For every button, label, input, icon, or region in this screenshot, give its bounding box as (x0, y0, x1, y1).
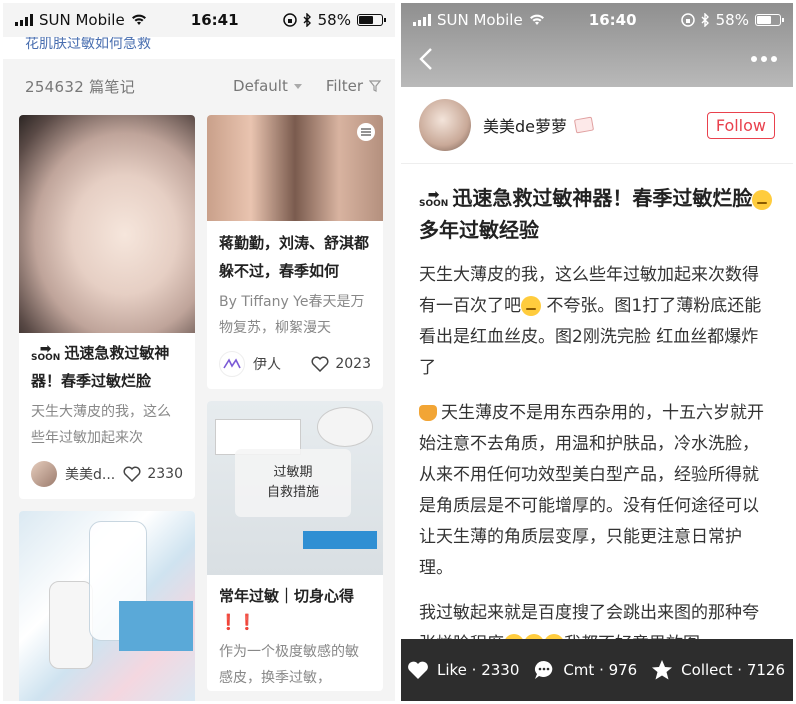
menu-icon[interactable] (357, 123, 375, 141)
screenshot-composite: SUN Mobile 16:41 58% 花肌肤过敏如何急救 254632 篇笔… (0, 0, 796, 704)
note-header: SUN Mobile 16:40 58% (401, 3, 793, 87)
note-title: ➡ SOON 迅速急救过敏神器！春季过敏烂脸 (31, 341, 170, 390)
left-phone-feed: SUN Mobile 16:41 58% 花肌肤过敏如何急救 254632 篇笔… (3, 3, 395, 701)
carrier-label: SUN Mobile (39, 11, 125, 29)
sort-label: Default (233, 77, 288, 95)
comment-icon (535, 661, 553, 679)
note-snippet: 作为一个极度敏感的敏感皮，换季过敏， (219, 644, 359, 686)
author-row: 美美de萝萝 Follow (401, 87, 793, 164)
bluetooth-icon (701, 13, 709, 27)
sneezing-face-icon (521, 296, 541, 316)
carrier-label: SUN Mobile (437, 11, 523, 29)
comment-label: Cmt · 976 (563, 661, 638, 679)
rotation-lock-icon (282, 13, 297, 27)
paragraph: 天生大薄皮的我，这么些年过敏加起来次数得有一百次了吧 不夸张。图1打了薄粉底还能… (419, 265, 762, 378)
back-icon[interactable] (419, 47, 433, 71)
filter-label: Filter (325, 77, 363, 95)
author-name[interactable]: 美美de萝萝 (483, 113, 567, 137)
bluetooth-icon (303, 13, 311, 27)
battery-icon (754, 14, 784, 26)
status-bar: SUN Mobile 16:40 58% (401, 3, 793, 37)
battery-icon (356, 14, 386, 26)
note-title: 常年过敏｜切身心得 ❗❗ (219, 587, 355, 631)
note-snippet: By Tiffany Ye春天是万物复苏，柳絮漫天 (219, 294, 365, 336)
wifi-icon (131, 14, 146, 25)
more-icon[interactable] (751, 56, 777, 62)
battery-percent: 58% (715, 11, 749, 29)
note-cover-image (207, 115, 383, 221)
follow-button[interactable]: Follow (706, 111, 775, 139)
filter-bar: 254632 篇笔记 Default Filter (3, 59, 395, 113)
signal-icon (413, 14, 431, 26)
heart-icon[interactable] (311, 356, 329, 372)
search-query-partial[interactable]: 花肌肤过敏如何急救 (3, 37, 395, 59)
author-name[interactable]: 伊人 (253, 354, 281, 374)
sneezing-face-icon (752, 189, 773, 210)
sort-dropdown[interactable]: Default (233, 77, 302, 95)
status-bar: SUN Mobile 16:41 58% (3, 3, 395, 37)
cat-icon (419, 405, 437, 421)
note-card[interactable]: 蒋勤勤，刘涛、舒淇都躲不过，春季如何 By Tiffany Ye春天是万物复苏，… (207, 115, 383, 389)
note-content: ➡ SOON 迅速急救过敏神器！春季过敏烂脸 多年过敏经验 天生大薄皮的我，这么些年… (401, 164, 793, 660)
note-cover-image (19, 115, 195, 333)
soon-arrow-icon: ➡ SOON (31, 341, 61, 363)
heart-icon[interactable] (123, 466, 141, 482)
notes-count: 254632 篇笔记 (25, 77, 136, 96)
heart-icon (408, 661, 428, 679)
author-name[interactable]: 美美d... (65, 464, 115, 484)
wifi-icon (529, 14, 544, 25)
clock: 16:40 (588, 11, 637, 29)
note-title: ➡ SOON 迅速急救过敏神器！春季过敏烂脸 多年过敏经验 (419, 182, 775, 246)
note-card[interactable]: ➡ SOON 迅速急救过敏神器！春季过敏烂脸 天生大薄皮的我，这么些年过敏加起来次 … (19, 115, 195, 499)
soon-arrow-icon: ➡ SOON (419, 187, 449, 209)
comment-button[interactable]: Cmt · 976 (533, 659, 637, 681)
feed-column-1: ➡ SOON 迅速急救过敏神器！春季过敏烂脸 天生大薄皮的我，这么些年过敏加起来次 … (19, 115, 195, 701)
signal-icon (15, 14, 33, 26)
note-title: 蒋勤勤，刘涛、舒淇都躲不过，春季如何 (219, 234, 370, 280)
note-cover-image: 过敏期 自救措施 (207, 401, 383, 575)
note-snippet: 天生大薄皮的我，这么些年过敏加起来次 (31, 404, 171, 446)
paragraph: 天生薄皮不是用东西杂用的，十五六岁就开始注意不去角质，用温和护肤品，冷水洗脸，从… (419, 403, 764, 578)
feed-column-2: 蒋勤勤，刘涛、舒淇都躲不过，春季如何 By Tiffany Ye春天是万物复苏，… (207, 115, 383, 701)
like-count: 2330 (147, 466, 183, 482)
like-button[interactable]: Like · 2330 (407, 659, 519, 681)
action-bar: Like · 2330 Cmt · 976 Collect · 7126 (401, 639, 793, 701)
filter-button[interactable]: Filter (326, 77, 381, 95)
chevron-down-icon (293, 83, 302, 89)
level-badge-icon (573, 116, 595, 134)
funnel-icon (369, 80, 381, 92)
avatar[interactable] (419, 99, 471, 151)
cover-overlay-text: 过敏期 自救措施 (235, 449, 351, 517)
note-card[interactable] (19, 511, 195, 701)
avatar[interactable] (219, 351, 245, 377)
avatar[interactable] (31, 461, 57, 487)
note-cover-image (19, 511, 195, 701)
collect-button[interactable]: Collect · 7126 (651, 659, 785, 681)
star-icon (652, 660, 673, 680)
clock: 16:41 (190, 11, 239, 29)
battery-percent: 58% (317, 11, 351, 29)
right-phone-note-detail: SUN Mobile 16:40 58% 美美de萝萝 Follow ➡ SOO… (401, 3, 793, 701)
note-card[interactable]: 过敏期 自救措施 常年过敏｜切身心得 ❗❗ 作为一个极度敏感的敏感皮，换季过敏， (207, 401, 383, 691)
like-label: Like · 2330 (437, 661, 520, 679)
collect-label: Collect · 7126 (681, 661, 785, 679)
like-count: 2023 (335, 356, 371, 372)
rotation-lock-icon (680, 13, 695, 27)
